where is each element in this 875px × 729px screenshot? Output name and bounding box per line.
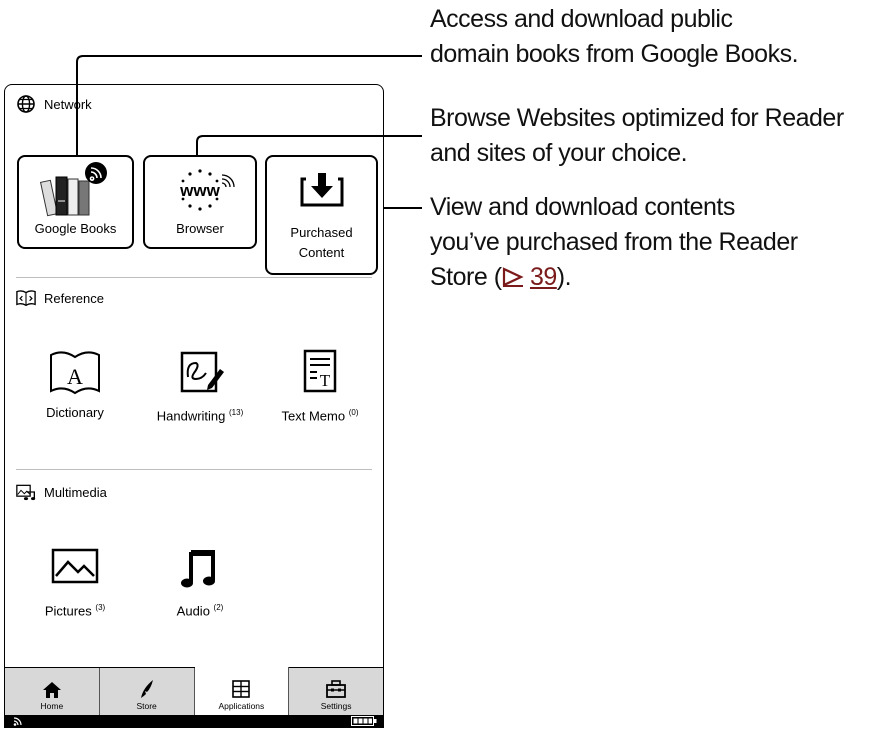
section-divider [16, 469, 372, 470]
text-memo-icon: T [295, 347, 345, 403]
dictionary-app[interactable]: A Dictionary [9, 347, 141, 437]
applications-icon [231, 677, 251, 699]
tab-applications-label: Applications [218, 701, 265, 711]
battery-icon [351, 716, 377, 726]
text-memo-app[interactable]: T Text Memo (0) [259, 347, 381, 437]
tab-home-label: Home [40, 701, 64, 711]
books-wireless-icon [36, 161, 116, 219]
tab-store[interactable]: Store [99, 668, 195, 715]
section-reference-title: Reference [44, 290, 104, 306]
annotation-browser-line1: Browse Websites optimized for Reader [430, 104, 844, 132]
handwriting-label: Handwriting (13) [157, 403, 244, 426]
audio-label-text: Audio [176, 603, 210, 619]
svg-text:www: www [179, 181, 220, 200]
svg-text:A: A [67, 364, 83, 389]
purchased-content-label: Purchased Content [290, 223, 352, 263]
section-multimedia-header: Multimedia [16, 482, 107, 502]
status-bar [5, 715, 383, 727]
svg-text:T: T [320, 371, 331, 390]
annotation-google-books: Access and download public domain books … [430, 2, 799, 72]
annotation-purchased-suffix: ). [556, 263, 572, 291]
dictionary-label: Dictionary [46, 403, 104, 423]
google-books-label: Google Books [34, 221, 117, 236]
dictionary-book-icon: A [47, 347, 103, 403]
page-reference-link[interactable]: 39 [530, 263, 557, 291]
annotation-purchased-line1: View and download contents [430, 193, 735, 221]
pictures-count: (3) [95, 603, 106, 612]
annotation-google-books-line2: domain books from Google Books. [430, 40, 799, 68]
browser-app[interactable]: www Browser [143, 155, 257, 249]
audio-label: Audio (2) [177, 598, 224, 621]
handwriting-label-text: Handwriting [156, 408, 226, 424]
tab-applications[interactable]: Applications [194, 666, 290, 715]
reader-screen: Network Google Books www Browser Purchas… [4, 84, 384, 728]
home-icon [42, 677, 62, 699]
bottom-tab-bar: Home Store Applications Settings [5, 666, 383, 715]
annotation-browser: Browse Websites optimized for Reader and… [430, 101, 844, 171]
tab-home[interactable]: Home [5, 668, 100, 715]
text-memo-label-text: Text Memo [281, 408, 346, 424]
google-books-app[interactable]: Google Books [17, 155, 134, 249]
tab-settings-label: Settings [320, 701, 352, 711]
picture-music-icon [16, 482, 36, 502]
page-ref-arrow-icon [502, 267, 524, 287]
section-network-title: Network [44, 96, 92, 112]
pen-note-icon [172, 347, 228, 403]
audio-count: (2) [213, 603, 224, 612]
picture-icon [47, 542, 103, 598]
annotation-purchased-line2: you’ve purchased from the Reader [430, 228, 798, 256]
annotation-purchased: View and download contents you’ve purcha… [430, 190, 798, 295]
book-code-icon [16, 288, 36, 308]
dictionary-label-text: Dictionary [46, 405, 104, 420]
section-divider [16, 277, 372, 278]
purchased-label-line2: Content [298, 245, 345, 260]
text-memo-label: Text Memo (0) [282, 403, 359, 426]
purchased-label-line1: Purchased [290, 225, 353, 240]
tab-settings[interactable]: Settings [289, 668, 383, 715]
annotation-purchased-line3: Store ( 39). [430, 260, 798, 295]
pictures-label: Pictures (3) [45, 598, 105, 621]
globe-icon [16, 94, 36, 114]
handwriting-count: (13) [229, 408, 244, 417]
pictures-app[interactable]: Pictures (3) [9, 542, 141, 628]
handwriting-app[interactable]: Handwriting (13) [139, 347, 261, 437]
annotation-browser-line2: and sites of your choice. [430, 139, 688, 167]
www-icon: www [160, 161, 240, 219]
toolbox-icon [325, 677, 347, 699]
audio-app[interactable]: Audio (2) [139, 542, 261, 628]
purchased-content-app[interactable]: Purchased Content [265, 155, 378, 275]
wireless-icon [13, 717, 22, 726]
download-tray-icon [292, 161, 352, 219]
tab-store-label: Store [136, 701, 157, 711]
section-reference-header: Reference [16, 288, 104, 308]
text-memo-count: (0) [348, 408, 359, 417]
pictures-label-text: Pictures [44, 603, 92, 619]
section-network-header: Network [16, 94, 92, 114]
section-multimedia-title: Multimedia [44, 484, 107, 500]
store-leaf-icon [138, 677, 156, 699]
annotation-google-books-line1: Access and download public [430, 5, 733, 33]
annotation-purchased-prefix: Store ( [430, 263, 502, 291]
music-note-icon [175, 542, 225, 598]
browser-label: Browser [176, 221, 224, 236]
